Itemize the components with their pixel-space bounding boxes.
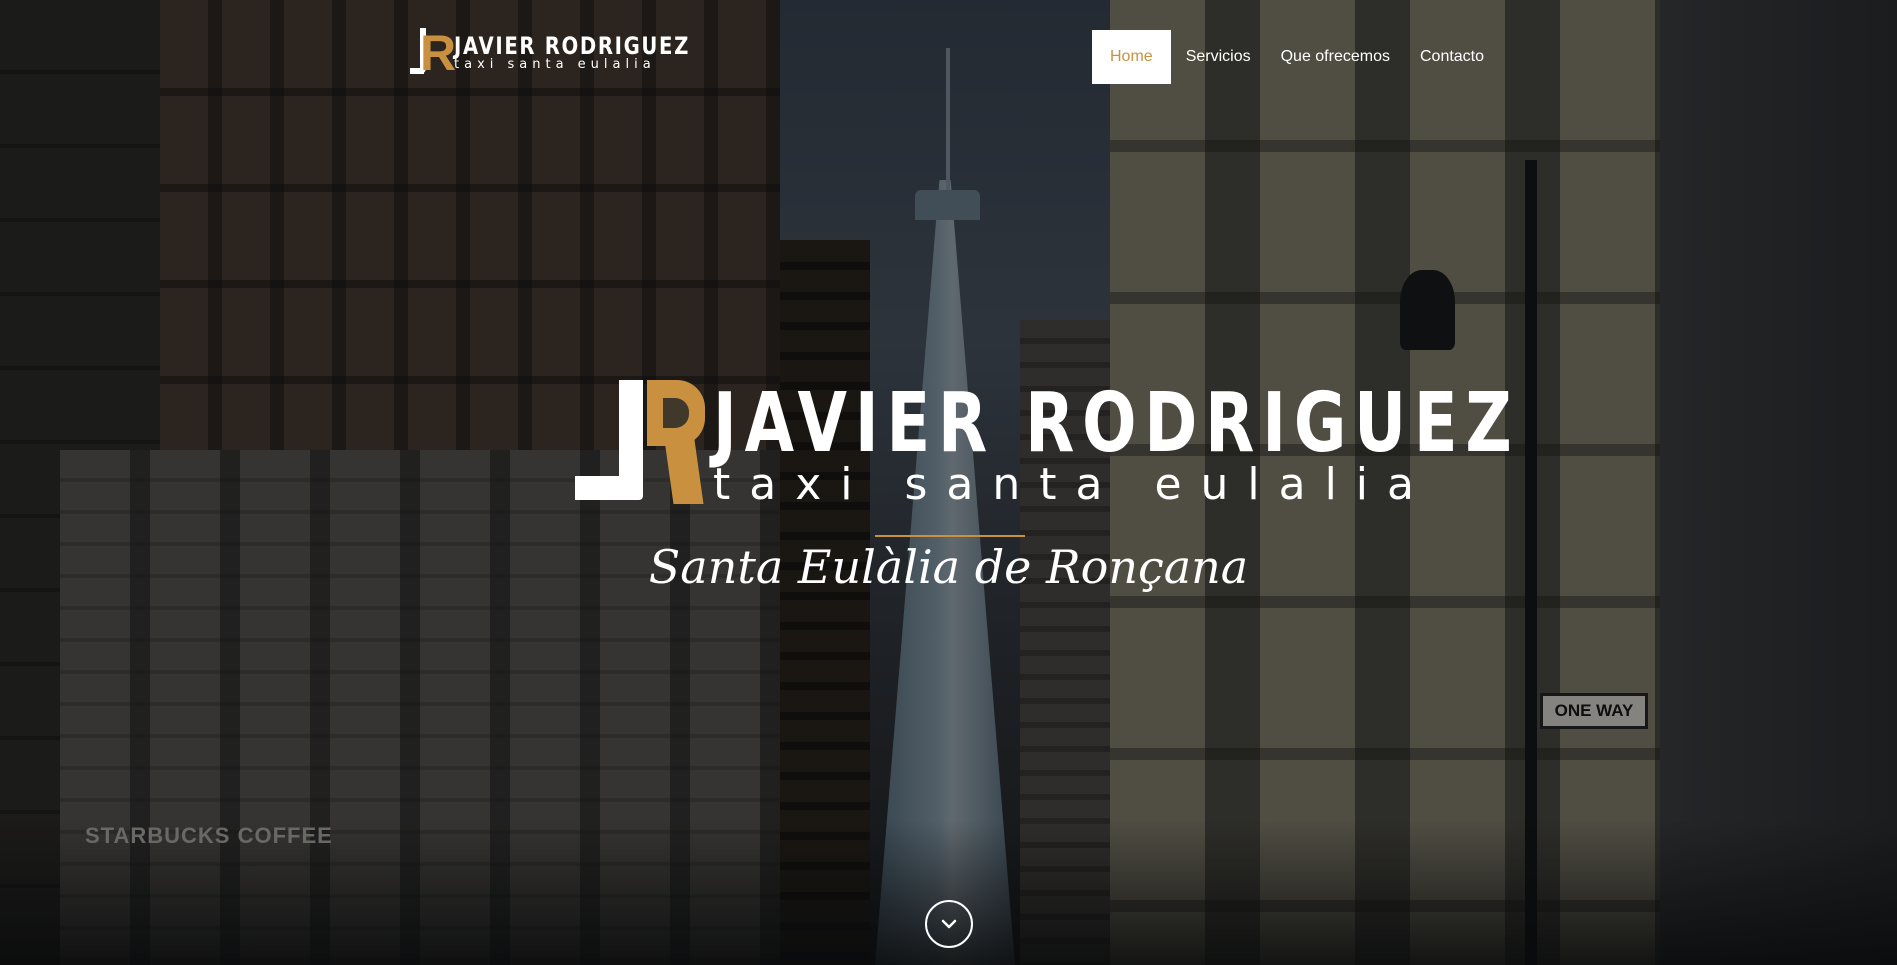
logo-j-foot (575, 476, 635, 500)
logo-r-counter (663, 398, 689, 428)
hero-tagline: Santa Eulàlia de Ronçana (648, 540, 1249, 594)
hero-text: JAVIER RODRIGUEZ taxi santa eulalia (713, 376, 1747, 508)
logo-text: JAVIER RODRIGUEZ taxi santa eulalia (454, 34, 742, 72)
nav-item-que-ofrecemos[interactable]: Que ofrecemos (1266, 30, 1405, 84)
logo-r-leg (664, 440, 704, 504)
hero-divider (875, 535, 1025, 537)
chevron-down-icon (941, 919, 957, 929)
main-nav: Home Servicios Que ofrecemos Contacto (1092, 30, 1499, 84)
header-logo[interactable]: R JAVIER RODRIGUEZ taxi santa eulalia (410, 28, 742, 82)
logo-subtitle: taxi santa eulalia (454, 57, 656, 72)
hero-logo-mark (573, 380, 733, 506)
logo-name: JAVIER RODRIGUEZ (454, 32, 691, 60)
logo-r: R (420, 25, 457, 81)
nav-item-home[interactable]: Home (1092, 30, 1171, 84)
hero-logo: JAVIER RODRIGUEZ taxi santa eulalia (573, 380, 1747, 508)
nav-item-contacto[interactable]: Contacto (1405, 30, 1499, 84)
nav-item-servicios[interactable]: Servicios (1171, 30, 1266, 84)
scroll-down-button[interactable] (925, 900, 973, 948)
hero-title: JAVIER RODRIGUEZ (713, 376, 1520, 471)
